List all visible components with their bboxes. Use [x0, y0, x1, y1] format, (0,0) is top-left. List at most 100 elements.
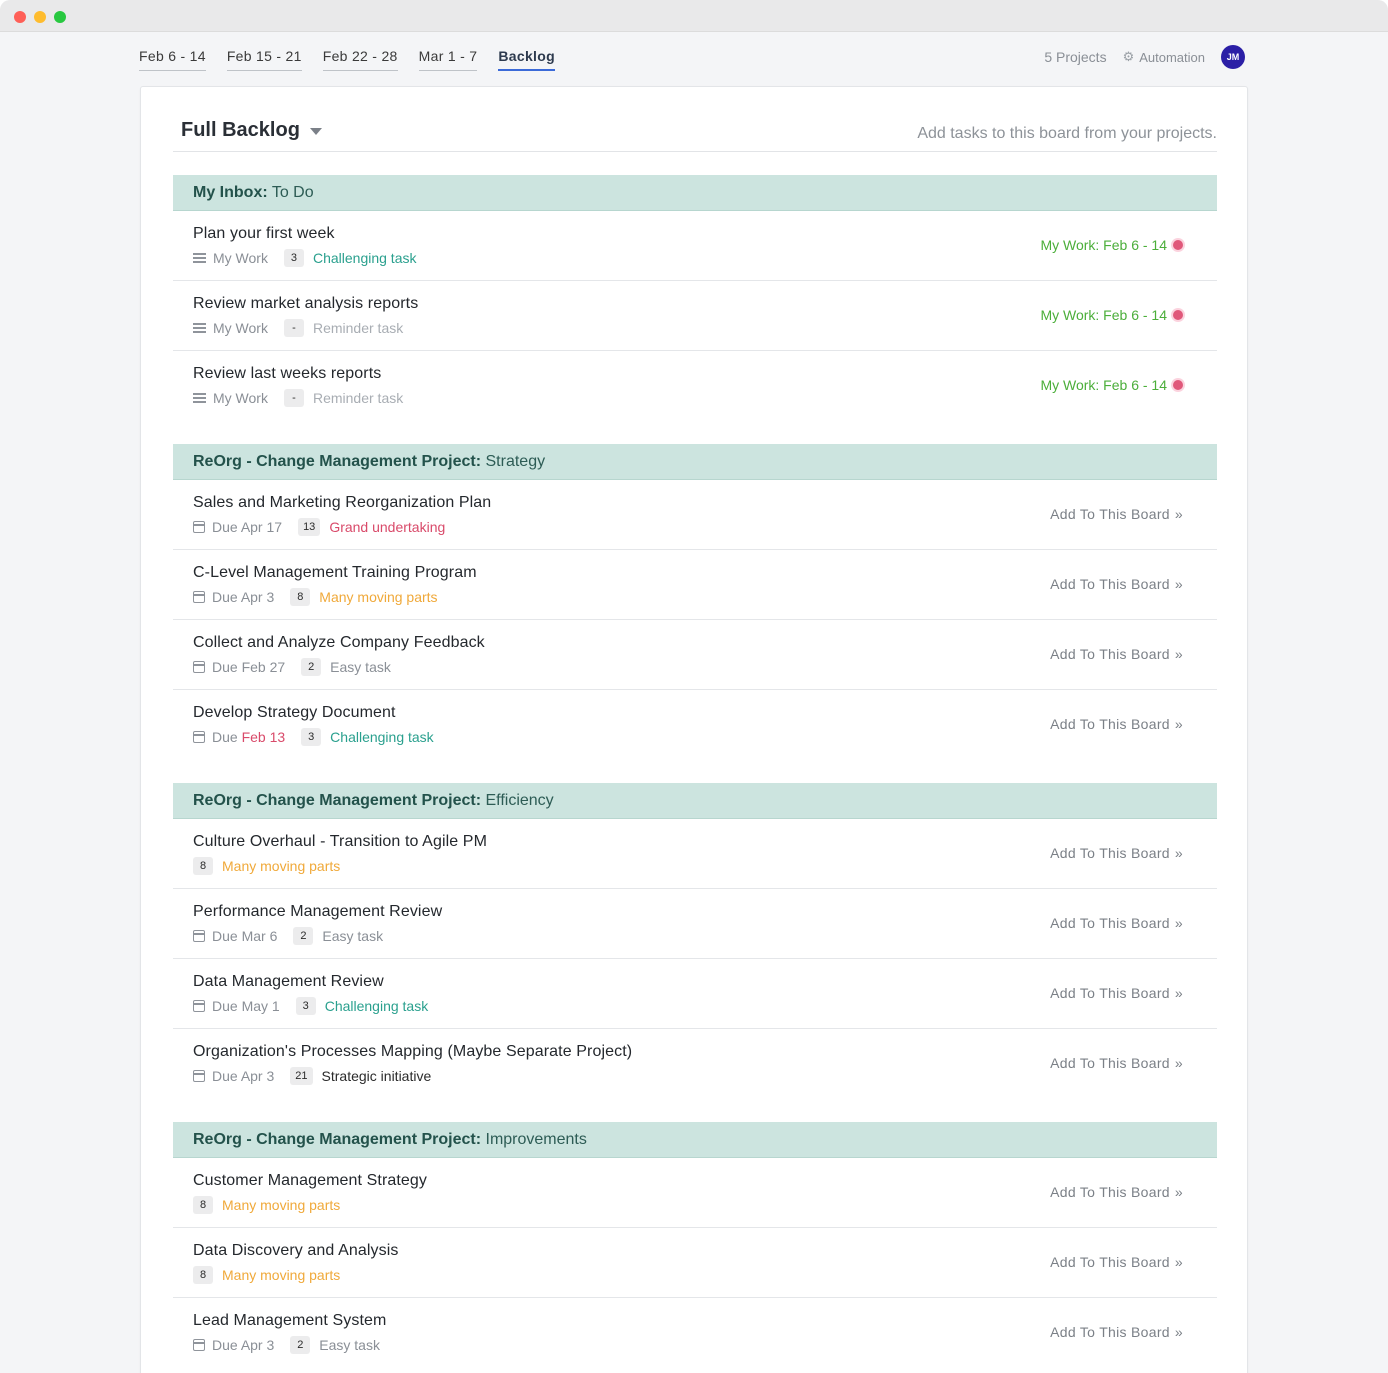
add-to-board-button[interactable]: Add To This Board» — [1050, 646, 1183, 662]
tab-feb-15-21[interactable]: Feb 15 - 21 — [226, 47, 302, 71]
task-title[interactable]: Plan your first week — [193, 225, 335, 243]
assigned-board-link[interactable]: My Work: Feb 6 - 14 — [1040, 307, 1183, 323]
add-to-board-button[interactable]: Add To This Board» — [1050, 1254, 1183, 1270]
group-header: My Inbox: To Do — [173, 175, 1217, 211]
task-title[interactable]: Develop Strategy Document — [193, 704, 396, 722]
add-to-board-button[interactable]: Add To This Board» — [1050, 576, 1183, 592]
task-title[interactable]: Review last weeks reports — [193, 365, 381, 383]
chevron-double-right-icon: » — [1174, 985, 1183, 1001]
caret-down-icon — [309, 128, 322, 135]
board-selector[interactable]: Full Backlog — [181, 119, 322, 142]
task-meta: My Work - Reminder task — [193, 389, 403, 407]
tab-feb-22-28[interactable]: Feb 22 - 28 — [322, 47, 398, 71]
task-title[interactable]: Data Management Review — [193, 973, 384, 991]
add-to-board-button[interactable]: Add To This Board» — [1050, 1055, 1183, 1071]
calendar-icon — [192, 731, 205, 743]
task-title[interactable]: Sales and Marketing Reorganization Plan — [193, 494, 491, 512]
task-title[interactable]: Data Discovery and Analysis — [193, 1242, 398, 1260]
assigned-board-link[interactable]: My Work: Feb 6 - 14 — [1040, 377, 1183, 393]
group-column-name: Strategy — [485, 453, 546, 470]
task-title[interactable]: Lead Management System — [193, 1312, 386, 1330]
task-meta: Due May 1 3 Challenging task — [192, 997, 429, 1015]
task-title[interactable]: Collect and Analyze Company Feedback — [193, 634, 485, 652]
task-title[interactable]: Performance Management Review — [193, 903, 442, 921]
points-badge: 13 — [298, 518, 321, 536]
zoom-window-button[interactable] — [54, 11, 66, 23]
board-title: Full Backlog — [181, 119, 300, 141]
list-icon — [193, 393, 206, 403]
task-row[interactable]: C-Level Management Training Program Due A… — [173, 550, 1217, 620]
backlog-card: Full Backlog Add tasks to this board fro… — [140, 86, 1248, 1373]
task-row[interactable]: Review market analysis reports My Work - Re… — [173, 281, 1217, 351]
task-title[interactable]: Organization's Processes Mapping (Maybe … — [193, 1043, 632, 1061]
close-window-button[interactable] — [14, 11, 26, 23]
chevron-double-right-icon: » — [1174, 845, 1183, 861]
add-to-board-button[interactable]: Add To This Board» — [1050, 845, 1183, 861]
task-meta: Due Apr 3 21 Strategic initiative — [192, 1067, 431, 1085]
add-to-board-button[interactable]: Add To This Board» — [1050, 985, 1183, 1001]
assigned-board-label: My Work: Feb 6 - 14 — [1040, 237, 1167, 253]
group-header: ReOrg - Change Management Project: Strat… — [173, 444, 1217, 480]
task-size-label: Challenging task — [324, 998, 429, 1014]
task-row[interactable]: Customer Management Strategy 8 Many moving… — [173, 1158, 1217, 1228]
task-due-date: Due Apr 3 — [212, 589, 274, 605]
task-row[interactable]: Sales and Marketing Reorganization Plan D… — [173, 480, 1217, 550]
task-owner: My Work — [213, 320, 268, 336]
add-to-board-button[interactable]: Add To This Board» — [1050, 915, 1183, 931]
task-title[interactable]: Culture Overhaul - Transition to Agile P… — [193, 833, 487, 851]
minimize-window-button[interactable] — [34, 11, 46, 23]
add-to-board-label: Add To This Board — [1050, 985, 1170, 1001]
task-meta: Due Feb 27 2 Easy task — [192, 658, 391, 676]
automation-button[interactable]: ⚙ Automation — [1123, 49, 1205, 65]
task-row[interactable]: Performance Management Review Due Mar 6 2E… — [173, 889, 1217, 959]
avatar[interactable]: JM — [1221, 45, 1245, 69]
tab-mar-1-7[interactable]: Mar 1 - 7 — [418, 47, 478, 71]
list-icon — [193, 323, 206, 333]
tab-backlog[interactable]: Backlog — [498, 47, 555, 71]
task-row[interactable]: Develop Strategy Document Due Feb 13 3 Chal… — [173, 690, 1217, 760]
task-due-date: Due Feb 13 — [212, 729, 285, 745]
due-prefix: Due — [212, 928, 238, 944]
task-row[interactable]: Data Discovery and Analysis 8 Many moving … — [173, 1228, 1217, 1298]
assigned-board-label: My Work: Feb 6 - 14 — [1040, 377, 1167, 393]
task-meta: Due Mar 6 2 Easy task — [192, 927, 383, 945]
task-row[interactable]: Review last weeks reports My Work - Reminde… — [173, 351, 1217, 421]
projects-count-link[interactable]: 5 Projects — [1044, 49, 1106, 65]
task-row[interactable]: Culture Overhaul - Transition to Agile P… — [173, 819, 1217, 889]
chevron-double-right-icon: » — [1174, 506, 1183, 522]
task-owner: My Work — [213, 390, 268, 406]
due-prefix: Due — [212, 1068, 238, 1084]
task-title[interactable]: C-Level Management Training Program — [193, 564, 477, 582]
chevron-double-right-icon: » — [1174, 716, 1183, 732]
points-badge: 2 — [290, 1336, 311, 1354]
task-meta: 8 Many moving parts — [193, 1266, 340, 1284]
chevron-double-right-icon: » — [1174, 1254, 1183, 1270]
calendar-icon — [192, 1070, 205, 1082]
task-row[interactable]: Organization's Processes Mapping (Maybe … — [173, 1029, 1217, 1099]
add-to-board-button[interactable]: Add To This Board» — [1050, 716, 1183, 732]
task-size-label: Many moving parts — [222, 858, 341, 874]
points-badge: 8 — [193, 1196, 213, 1214]
add-to-board-label: Add To This Board — [1050, 1324, 1170, 1340]
task-meta: My Work - Reminder task — [193, 319, 403, 337]
group-project-name: ReOrg - Change Management Project: — [193, 1131, 482, 1148]
task-owner: My Work — [213, 250, 268, 266]
add-to-board-button[interactable]: Add To This Board» — [1050, 1184, 1183, 1200]
task-row[interactable]: Data Management Review Due May 1 3 Challeng… — [173, 959, 1217, 1029]
task-row[interactable]: Collect and Analyze Company Feedback Due … — [173, 620, 1217, 690]
task-title[interactable]: Customer Management Strategy — [193, 1172, 427, 1190]
task-title[interactable]: Review market analysis reports — [193, 295, 418, 313]
app-window: Feb 6 - 14 Feb 15 - 21 Feb 22 - 28 Mar 1… — [0, 0, 1388, 1373]
due-value: Feb 27 — [241, 659, 286, 675]
add-to-board-button[interactable]: Add To This Board» — [1050, 506, 1183, 522]
points-badge: 2 — [293, 927, 314, 945]
board-tabs: Feb 6 - 14 Feb 15 - 21 Feb 22 - 28 Mar 1… — [139, 47, 555, 71]
assigned-board-link[interactable]: My Work: Feb 6 - 14 — [1040, 237, 1183, 253]
add-to-board-button[interactable]: Add To This Board» — [1050, 1324, 1183, 1340]
calendar-icon — [192, 1000, 205, 1012]
task-row[interactable]: Plan your first week My Work 3 Challenging … — [173, 211, 1217, 281]
add-to-board-label: Add To This Board — [1050, 576, 1170, 592]
tab-feb-6-14[interactable]: Feb 6 - 14 — [139, 47, 206, 71]
task-row[interactable]: Lead Management System Due Apr 3 2 Easy tas… — [173, 1298, 1217, 1368]
task-meta: Due Apr 17 13 Grand undertaking — [192, 518, 445, 536]
